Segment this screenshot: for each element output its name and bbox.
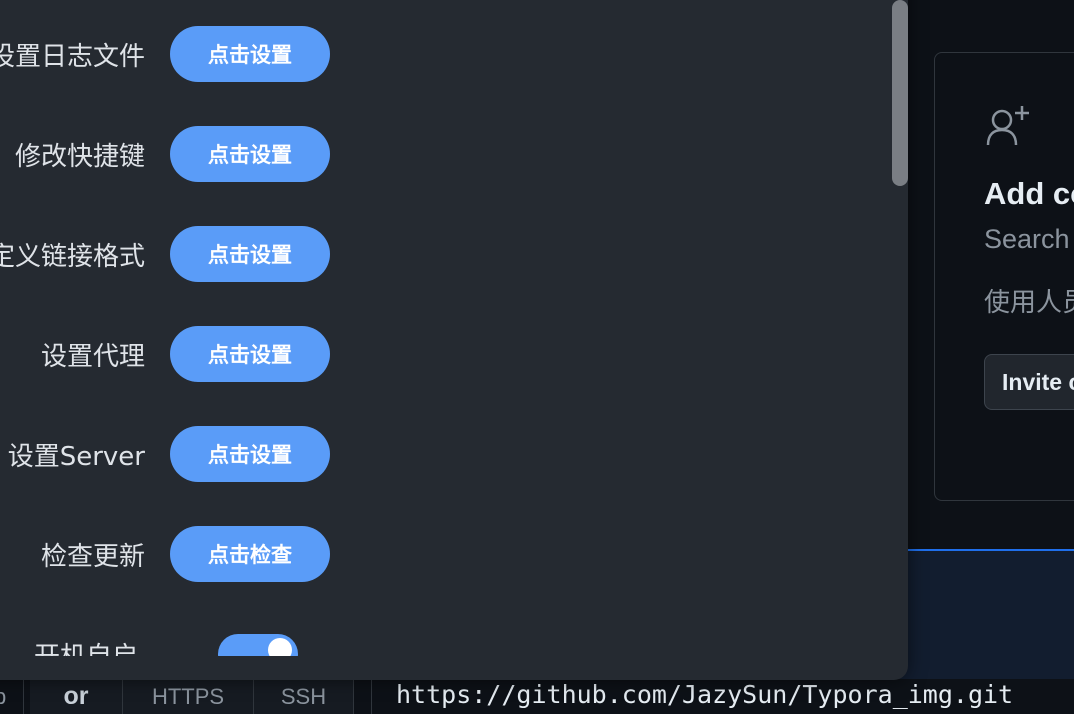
invite-collaborators-button[interactable]: Invite collaborators — [984, 354, 1074, 410]
set-shortcuts-button[interactable]: 点击设置 — [170, 126, 330, 182]
tab-ssh[interactable]: SSH — [254, 679, 354, 714]
quick-setup-band — [880, 549, 1074, 679]
setting-row-link-format: 自定义链接格式 点击设置 — [0, 226, 340, 282]
card-title: Add collaborators to this repository — [984, 176, 1074, 211]
check-update-button[interactable]: 点击检查 — [170, 526, 330, 582]
screen: Add collaborators to this repository Sea… — [0, 0, 1074, 714]
toggle-knob — [268, 638, 292, 656]
setting-label: 修改快捷键 — [14, 142, 145, 172]
setting-label: 设置代理 — [40, 342, 145, 372]
clone-or-label: or — [30, 679, 123, 714]
setting-label: 开机自启 — [34, 636, 138, 656]
set-server-button[interactable]: 点击设置 — [170, 426, 330, 482]
scrollbar-thumb[interactable] — [892, 0, 908, 186]
card-subtitle: Search for people using their GitHub use… — [984, 224, 1074, 254]
setting-row-proxy: 设置代理 点击设置 — [0, 326, 340, 382]
setting-label: 设置日志文件 — [0, 42, 145, 72]
setting-row-autostart: 开机自启 — [0, 634, 340, 656]
clone-url-input[interactable]: https://github.com/JazySun/Typora_img.gi… — [371, 679, 1074, 714]
clone-prefix: p — [0, 679, 24, 714]
autostart-toggle[interactable] — [218, 634, 298, 656]
setting-label: 自定义链接格式 — [0, 242, 145, 272]
tab-https[interactable]: HTTPS — [123, 679, 254, 714]
set-log-file-button[interactable]: 点击设置 — [170, 26, 330, 82]
set-proxy-button[interactable]: 点击设置 — [170, 326, 330, 382]
settings-panel: 设置日志文件 点击设置 修改快捷键 点击设置 自定义链接格式 点击设置 设置代理… — [0, 0, 908, 680]
person-plus-icon — [986, 106, 1029, 146]
card-note: 使用人员 — [984, 288, 1074, 318]
set-link-format-button[interactable]: 点击设置 — [170, 226, 330, 282]
setting-row-check-update: 检查更新 点击检查 — [0, 526, 340, 582]
setting-row-server: 设置Server 点击设置 — [0, 426, 340, 482]
setting-row-log-file: 设置日志文件 点击设置 — [0, 26, 340, 82]
setting-row-shortcuts: 修改快捷键 点击设置 — [0, 126, 340, 182]
setting-label: 检查更新 — [40, 542, 145, 572]
setting-label: 设置Server — [7, 442, 145, 472]
